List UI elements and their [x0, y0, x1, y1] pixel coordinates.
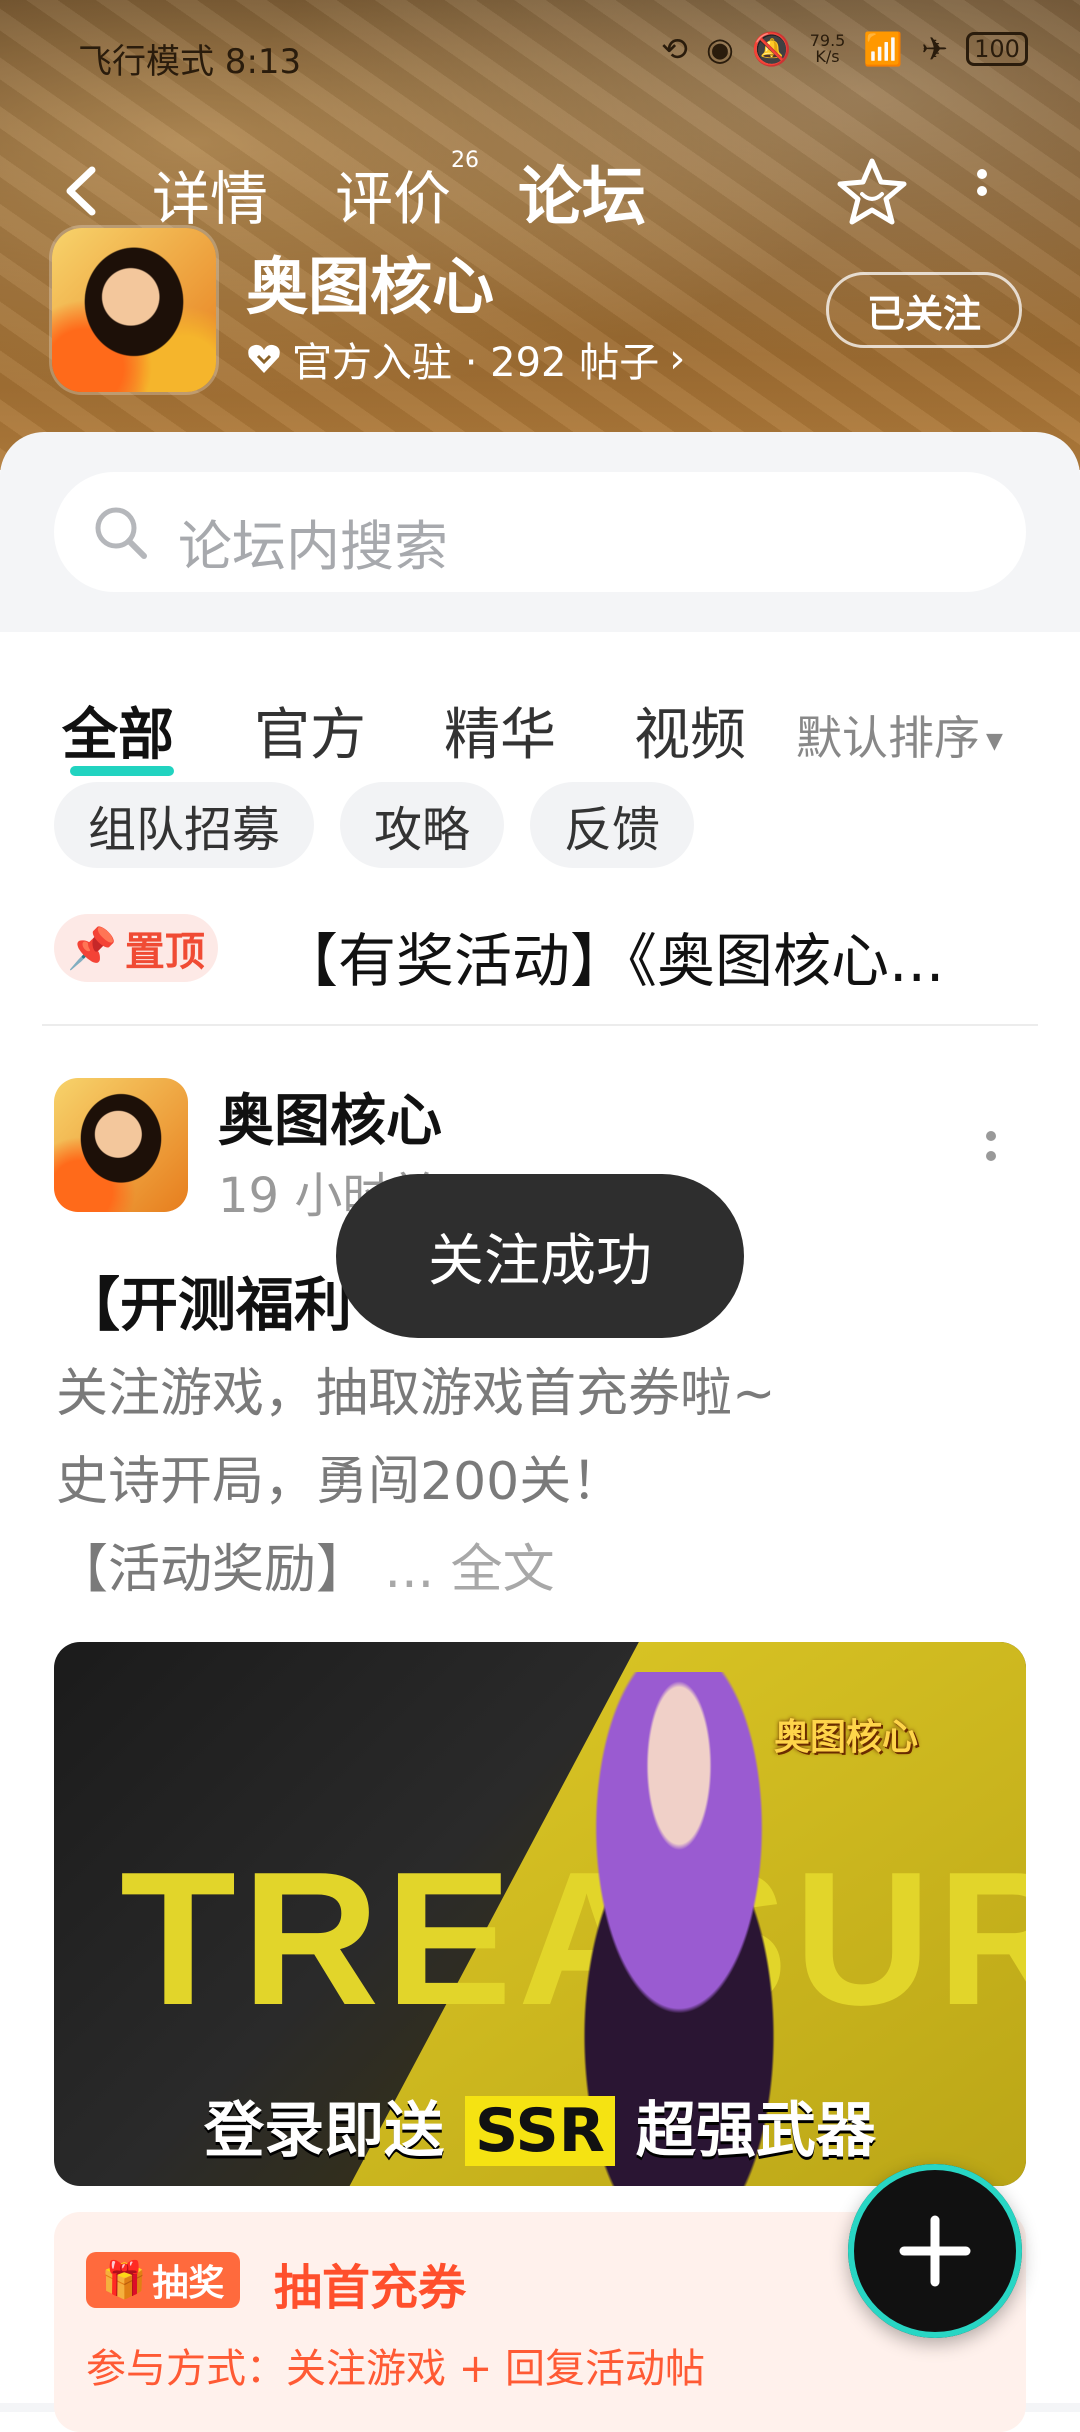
banner-game-logo: 奥图核心 — [774, 1717, 919, 1758]
toast-message: 关注成功 — [336, 1174, 744, 1338]
app-meta[interactable]: 官方入驻 · 292 帖子 › — [246, 330, 685, 388]
post-author[interactable]: 奥图核心 — [218, 1076, 442, 1157]
banner-slogan: 登录即送 SSR 超强武器 — [54, 2082, 1026, 2169]
official-heart-icon — [248, 344, 280, 373]
post-author-avatar[interactable] — [54, 1078, 188, 1212]
pinned-post[interactable]: 📌 置顶 【有奖活动】《奥图核心... — [54, 910, 1034, 995]
category-tabs: 全部 官方 精华 视频 默认排序 ▼ — [0, 662, 1080, 776]
post-title[interactable]: 【开测福利 — [62, 1258, 352, 1342]
tab-reviews-label: 评价 — [335, 165, 452, 233]
tab-forum[interactable]: 论坛 — [518, 146, 646, 238]
follow-button[interactable]: 已关注 — [826, 272, 1022, 348]
status-bar: 飞行模式 8:13 ⟲ ◉ 🔕 79.5 K/s 📶 ✈ 100 — [0, 28, 1080, 84]
caret-down-icon: ▼ — [986, 729, 1003, 754]
top-nav: 详情 评价 26 论坛 — [0, 140, 1080, 240]
chevron-right-icon: › — [669, 336, 686, 382]
banner-slogan-before: 登录即送 — [204, 2096, 445, 2166]
post-body-line-text: 【活动奖励】 — [56, 1540, 369, 1600]
back-icon[interactable] — [62, 166, 102, 216]
sort-label: 默认排序 — [796, 711, 980, 765]
tag-chips: 组队招募 攻略 反馈 — [54, 782, 695, 868]
read-more-link[interactable]: ... 全文 — [385, 1540, 555, 1600]
pinned-title: 【有奖活动】《奥图核心... — [280, 927, 945, 995]
lottery-badge: 🎁 抽奖 — [86, 2252, 240, 2308]
review-count: 26 — [451, 148, 480, 173]
status-icons: ⟲ ◉ 🔕 79.5 K/s 📶 ✈ 100 — [661, 30, 1028, 68]
app-icon[interactable] — [52, 228, 216, 392]
airplane-icon: ✈ — [921, 30, 948, 68]
post-body-line: 史诗开局，勇闯200关！ — [56, 1452, 624, 1512]
new-post-button[interactable] — [848, 2164, 1022, 2338]
app-name: 奥图核心 — [246, 250, 495, 323]
favorite-star-icon[interactable] — [836, 156, 908, 228]
lottery-title: 抽首充券 — [274, 2260, 467, 2316]
category-official[interactable]: 官方 — [254, 690, 366, 771]
search-icon — [95, 507, 147, 559]
wifi-icon: 📶 — [863, 30, 904, 68]
category-featured[interactable]: 精华 — [444, 690, 556, 771]
chip-team-recruit[interactable]: 组队招募 — [54, 782, 315, 868]
search-placeholder: 论坛内搜索 — [178, 515, 448, 578]
lottery-badge-label: 抽奖 — [152, 2263, 225, 2304]
banner-slogan-after: 超强武器 — [635, 2096, 876, 2166]
chip-guide[interactable]: 攻略 — [340, 782, 505, 868]
mute-icon: 🔕 — [751, 30, 792, 68]
post-body-line: 关注游戏，抽取游戏首充券啦~ — [56, 1364, 776, 1424]
forum-content: 全部 官方 精华 视频 默认排序 ▼ 组队招募 攻略 反馈 📌 置顶 【有奖活动】… — [0, 632, 1080, 2432]
tab-reviews[interactable]: 评价 26 — [335, 148, 479, 236]
net-speed: 79.5 K/s — [809, 31, 846, 66]
tab-details[interactable]: 详情 — [152, 152, 268, 236]
sync-icon: ⟲ — [661, 30, 688, 68]
search-input[interactable]: 论坛内搜索 — [54, 472, 1026, 592]
app-meta-text: 官方入驻 · 292 帖子 — [292, 340, 660, 386]
category-all[interactable]: 全部 — [62, 690, 174, 771]
pinned-badge: 📌 置顶 — [54, 914, 218, 982]
gift-icon: 🎁 — [101, 2260, 147, 2301]
pin-icon: 📌 — [67, 925, 117, 972]
more-icon[interactable] — [972, 166, 992, 216]
chip-feedback[interactable]: 反馈 — [530, 782, 695, 868]
game-header: 飞行模式 8:13 ⟲ ◉ 🔕 79.5 K/s 📶 ✈ 100 详情 评价 2… — [0, 0, 1080, 470]
divider — [42, 1024, 1038, 1026]
post-body-line: 【活动奖励】 ... 全文 — [56, 1526, 776, 1614]
banner-slogan-ssr: SSR — [465, 2096, 615, 2166]
sort-dropdown[interactable]: 默认排序 ▼ — [796, 702, 1003, 768]
status-time: 飞行模式 8:13 — [78, 42, 302, 82]
plus-icon — [899, 2215, 971, 2287]
pinned-badge-label: 置顶 — [124, 929, 205, 975]
post-body[interactable]: 关注游戏，抽取游戏首充券啦~ 史诗开局，勇闯200关！ 【活动奖励】 ... 全… — [56, 1350, 776, 1614]
battery-icon: 100 — [966, 32, 1028, 66]
post-more-icon[interactable] — [984, 1126, 998, 1174]
lottery-participation: 参与方式：关注游戏 + 回复活动帖 — [86, 2346, 705, 2392]
post-banner-image[interactable]: TREASURE 奥图核心 登录即送 SSR 超强武器 — [54, 1642, 1026, 2186]
category-video[interactable]: 视频 — [634, 690, 746, 771]
category-underline — [70, 766, 174, 776]
eye-icon: ◉ — [705, 30, 734, 68]
